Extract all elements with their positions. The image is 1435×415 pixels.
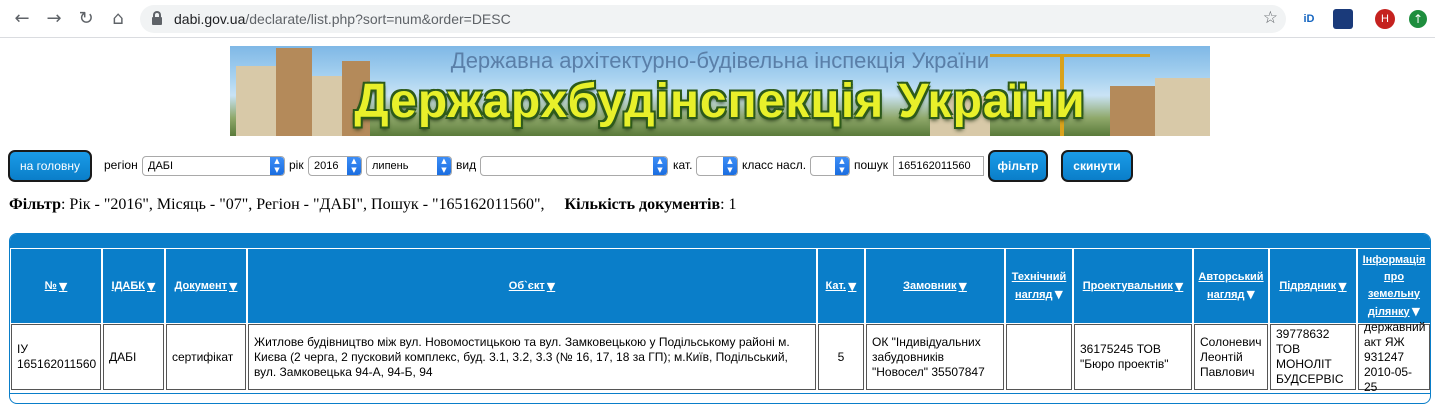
home-icon[interactable]: ⌂ (108, 9, 128, 29)
column-header-designer[interactable]: Проектувальник ▼ (1074, 249, 1192, 323)
sort-triangle-icon: ▼ (546, 279, 556, 293)
cell-document: сертифікат (166, 324, 246, 390)
column-header-author-supervision[interactable]: Авторський нагляд ▼ (1194, 249, 1268, 323)
select-arrows-icon: ▲ ▼ (437, 157, 451, 175)
url-text: dabi.gov.ua/declarate/list.php?sort=num&… (174, 11, 511, 27)
sort-triangle-icon: ▼ (147, 279, 156, 293)
cell-tech-supervision (1006, 324, 1072, 390)
url-path: /declarate/list.php?sort=num&order=DESC (245, 11, 511, 27)
sort-triangle-icon: ▼ (1054, 287, 1063, 301)
cell-object: Житлове будівництво між вул. Новомостиць… (248, 324, 816, 390)
filter-bar: на головну регіон ДАБІ ▲ ▼ рік 2016 ▲ ▼ ли… (0, 150, 1435, 182)
url-host: dabi.gov.ua (174, 11, 246, 27)
filter-summary-text: : Рік - "2016", Місяць - "07", Регіон - … (60, 196, 545, 213)
sort-triangle-icon: ▼ (1411, 304, 1421, 318)
sort-triangle-icon: ▼ (847, 279, 857, 293)
results-table: № ▼ ІДАБК ▼ Документ ▼ Об`єкт ▼ Кат. ▼ Замовн… (9, 233, 1431, 404)
region-select-value: ДАБІ (148, 160, 174, 172)
sort-triangle-icon: ▼ (958, 279, 967, 293)
category-select[interactable]: ▲ ▼ (696, 156, 738, 176)
column-header-contractor[interactable]: Підрядник ▼ (1270, 249, 1356, 323)
sort-triangle-icon: ▼ (1338, 279, 1347, 293)
sort-triangle-icon: ▼ (229, 279, 238, 293)
search-input[interactable]: 165162011560 (893, 156, 984, 176)
home-button[interactable]: на головну (8, 150, 92, 182)
filter-button[interactable]: фільтр (988, 150, 1048, 182)
sort-triangle-icon: ▼ (1246, 287, 1255, 301)
arrow-left-icon[interactable]: ← (12, 9, 32, 29)
cell-contractor: 39778632 ТОВ МОНОЛІТ БУДСЕРВІС (1270, 324, 1356, 390)
address-bar[interactable]: dabi.gov.ua/declarate/list.php?sort=num&… (140, 5, 1286, 33)
month-select-value: липень (372, 160, 409, 172)
lock-icon (152, 11, 162, 25)
sort-triangle-icon: ▼ (58, 279, 68, 293)
avatar[interactable]: H (1375, 9, 1395, 29)
bookmark-star-icon[interactable]: ☆ (1263, 8, 1278, 28)
sort-triangle-icon: ▼ (1174, 279, 1184, 293)
cell-idabk: ДАБІ (103, 324, 164, 390)
cell-land-info: державний акт ЯЖ 931247 2010-05-25 (1358, 320, 1430, 394)
cell-num: ІУ 165162011560 (11, 324, 101, 390)
class-label: класс насл. (742, 158, 807, 172)
reset-button[interactable]: скинути (1061, 150, 1133, 182)
category-label: кат. (673, 158, 693, 172)
select-arrows-icon: ▲ ▼ (347, 157, 361, 175)
column-header-idabk[interactable]: ІДАБК ▼ (103, 249, 164, 323)
select-arrows-icon: ▲ ▼ (270, 157, 284, 175)
type-label: вид (456, 158, 477, 172)
reload-icon[interactable]: ↻ (76, 9, 96, 29)
table-bottom-bar (10, 393, 1430, 399)
column-header-customer[interactable]: Замовник ▼ (866, 249, 1004, 323)
select-arrows-icon: ▲ ▼ (723, 157, 737, 175)
document-count-value: : 1 (720, 196, 737, 213)
year-select[interactable]: 2016 ▲ ▼ (308, 156, 362, 176)
extension-runner-icon[interactable] (1333, 9, 1353, 29)
type-select[interactable]: ▲ ▼ (480, 156, 668, 176)
year-select-value: 2016 (314, 160, 339, 172)
column-header-tech-supervision[interactable]: Технічний нагляд ▼ (1006, 249, 1072, 323)
extension-id-icon[interactable]: iD (1299, 9, 1319, 29)
filter-summary: Фільтр: Рік - "2016", Місяць - "07", Рег… (9, 196, 737, 214)
filter-summary-label: Фільтр (9, 196, 61, 213)
column-header-category[interactable]: Кат. ▼ (818, 249, 864, 323)
cell-customer: ОК "Індивідуальних забудовників "Новосел" … (866, 324, 1004, 390)
column-header-object[interactable]: Об`єкт ▼ (248, 249, 816, 323)
update-arrow-icon[interactable]: ↑ (1409, 10, 1427, 28)
cell-designer: 36175245 ТОВ "Бюро проектів" (1074, 324, 1192, 390)
browser-toolbar: ← → ↻ ⌂ dabi.gov.ua/declarate/list.php?s… (0, 0, 1435, 38)
column-header-land-info[interactable]: Інформація про земельну ділянку ▼ (1358, 249, 1430, 323)
region-select[interactable]: ДАБІ ▲ ▼ (142, 156, 285, 176)
year-label: рік (289, 158, 304, 172)
site-banner: Державна архітектурно-будівельна інспекц… (230, 46, 1210, 136)
cell-category: 5 (818, 324, 864, 390)
banner-title: Держархбудінспекція України (354, 75, 1086, 128)
column-header-document[interactable]: Документ ▼ (166, 249, 246, 323)
select-arrows-icon: ▲ ▼ (835, 157, 849, 175)
region-label: регіон (104, 158, 138, 172)
column-header-num[interactable]: № ▼ (11, 249, 101, 323)
search-label: пошук (854, 158, 889, 172)
month-select[interactable]: липень ▲ ▼ (366, 156, 452, 176)
table-top-bar (10, 234, 1430, 248)
arrow-right-icon[interactable]: → (44, 9, 64, 29)
document-count-label: Кількість документів (564, 196, 721, 213)
select-arrows-icon: ▲ ▼ (653, 157, 667, 175)
class-select[interactable]: ▲ ▼ (810, 156, 850, 176)
banner-subtitle: Державна архітектурно-будівельна інспекц… (450, 48, 990, 73)
cell-author-supervision: Солоневич Леонтій Павлович (1194, 324, 1268, 390)
